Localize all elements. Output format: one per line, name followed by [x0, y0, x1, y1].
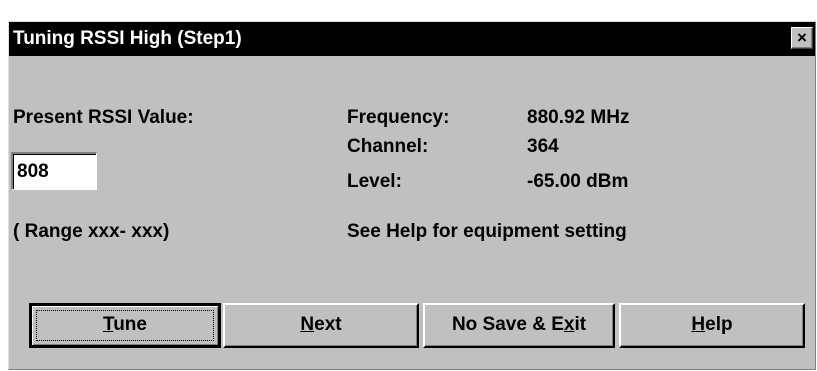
frequency-label: Frequency: — [347, 107, 450, 128]
no-save-exit-button-label: No Save & Exit — [451, 314, 587, 335]
channel-label: Channel: — [347, 136, 429, 157]
rssi-value-field[interactable] — [11, 152, 97, 190]
no-save-exit-button[interactable]: No Save & Exit — [423, 303, 615, 348]
tuning-rssi-dialog: Tuning RSSI High (Step1) × Present RSSI … — [8, 21, 816, 370]
range-text: ( Range xxx- xxx) — [13, 221, 170, 242]
present-rssi-label: Present RSSI Value: — [13, 107, 194, 128]
tune-button-label: Tune — [103, 314, 147, 335]
next-button[interactable]: Next — [223, 303, 419, 348]
close-icon: × — [797, 28, 807, 47]
tune-button[interactable]: Tune — [29, 303, 221, 348]
dialog-title: Tuning RSSI High (Step1) — [13, 28, 242, 49]
help-button-label: Help — [691, 314, 733, 335]
level-label: Level: — [347, 171, 402, 192]
frequency-value: 880.92 MHz — [527, 107, 630, 128]
channel-value: 364 — [527, 136, 559, 157]
close-button[interactable]: × — [791, 27, 813, 49]
help-button[interactable]: Help — [619, 303, 805, 348]
next-button-label: Next — [300, 314, 342, 335]
dialog-titlebar[interactable]: Tuning RSSI High (Step1) × — [9, 22, 815, 56]
level-value: -65.00 dBm — [527, 171, 629, 192]
equipment-help-hint: See Help for equipment setting — [347, 221, 627, 242]
